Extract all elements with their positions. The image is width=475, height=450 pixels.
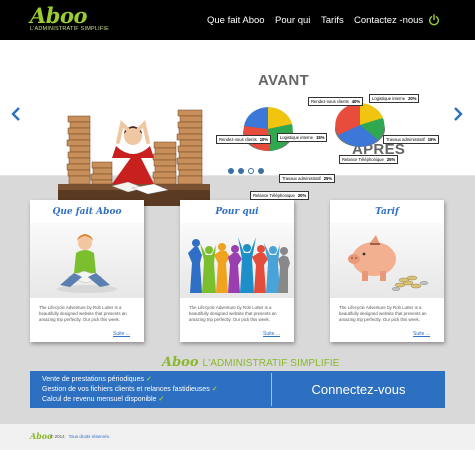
reading-girl-illustration bbox=[57, 234, 117, 293]
card-image bbox=[330, 223, 444, 298]
connect-button[interactable]: Connectez-vous bbox=[272, 371, 445, 408]
card-title: Tarif bbox=[375, 207, 399, 217]
card-title: Que fait Aboo bbox=[52, 207, 122, 217]
promo-logo: Aboo bbox=[162, 355, 199, 370]
card-que-fait-aboo: Que fait Aboo The Lifecycle Adventure by… bbox=[30, 200, 144, 342]
feature-item: Vente de prestations périodiques ✓ bbox=[42, 376, 152, 383]
footer-rights-link[interactable]: Tous droits réservés. bbox=[69, 434, 111, 439]
power-icon[interactable] bbox=[428, 14, 440, 26]
hero-slider: AVANT APRES Rendez-vous clients 10% Logis… bbox=[0, 40, 475, 206]
card-description: The Lifecycle Adventure by Rob Lutter is… bbox=[339, 305, 427, 322]
after-legend-3: Travaux administratif 15% bbox=[383, 135, 440, 144]
before-pie-chart bbox=[243, 107, 293, 152]
people-silhouettes-illustration bbox=[188, 237, 290, 293]
after-legend-2: Logistique interne 20% bbox=[369, 94, 420, 103]
check-icon: ✓ bbox=[158, 396, 165, 403]
before-legend-4: Relance Téléphonique 20% bbox=[250, 191, 310, 200]
slider-dot-4[interactable] bbox=[258, 168, 264, 174]
after-legend-4: Relance Téléphonique 25% bbox=[339, 155, 399, 164]
nav-item-que-fait-aboo[interactable]: Que fait Aboo bbox=[207, 15, 265, 26]
promo-heading: Aboo L'ADMINISTRATIF SIMPLIFIE bbox=[162, 353, 340, 370]
top-navbar: Aboo L'ADMINISTRATIF SIMPLIFIE Que fait … bbox=[0, 0, 475, 40]
footer-copyright: © 2014 Tous droits réservés. bbox=[50, 434, 111, 439]
card-image bbox=[30, 223, 144, 298]
stressed-worker-illustration bbox=[58, 109, 210, 206]
card-tarif: Tarif The Lifecycle Adventure by Rob Lut… bbox=[330, 200, 444, 342]
check-icon: ✓ bbox=[211, 386, 218, 393]
card-more-link[interactable]: Suite ... bbox=[413, 331, 430, 337]
nav-item-pour-qui[interactable]: Pour qui bbox=[275, 15, 310, 26]
slider-prev-arrow-icon[interactable] bbox=[10, 106, 22, 122]
slider-dot-3[interactable] bbox=[248, 168, 254, 174]
check-icon: ✓ bbox=[145, 376, 152, 383]
card-description: The Lifecycle Adventure by Rob Lutter is… bbox=[39, 305, 127, 322]
promo-tagline: L'ADMINISTRATIF SIMPLIFIE bbox=[202, 358, 340, 369]
feature-item: Gestion de vos fichiers clients et relan… bbox=[42, 386, 218, 393]
after-pie-chart bbox=[335, 103, 385, 147]
slider-dot-1[interactable] bbox=[228, 168, 234, 174]
promo-banner: Vente de prestations périodiques ✓ Gestio… bbox=[30, 371, 445, 408]
before-legend-1: Rendez-vous clients 10% bbox=[216, 135, 272, 144]
card-more-link[interactable]: Suite ... bbox=[113, 331, 130, 337]
slider-next-arrow-icon[interactable] bbox=[452, 106, 464, 122]
card-title: Pour qui bbox=[215, 207, 259, 217]
feature-list: Vente de prestations périodiques ✓ Gestio… bbox=[42, 375, 218, 405]
card-image bbox=[180, 223, 294, 298]
nav-item-tarifs[interactable]: Tarifs bbox=[321, 15, 344, 26]
footer: Aboo © 2014 Tous droits réservés. bbox=[0, 424, 475, 450]
before-legend-3: Travaux administratif 25% bbox=[279, 174, 336, 183]
main-nav: Que fait Aboo Pour qui Tarifs Contactez … bbox=[0, 15, 475, 29]
before-legend-2: Logistique interne 15% bbox=[277, 133, 328, 142]
after-legend-1: Rendez-vous clients 40% bbox=[308, 97, 364, 106]
card-pour-qui: Pour qui The Lifecycle Adventure by Rob … bbox=[180, 200, 294, 342]
card-more-link[interactable]: Suite ... bbox=[263, 331, 280, 337]
before-label: AVANT bbox=[258, 72, 309, 89]
feature-item: Calcul de revenu mensuel disponible ✓ bbox=[42, 396, 165, 403]
nav-item-contact[interactable]: Contactez -nous bbox=[354, 15, 423, 26]
piggy-bank-illustration bbox=[348, 235, 429, 291]
slider-dot-2[interactable] bbox=[238, 168, 244, 174]
card-description: The Lifecycle Adventure by Rob Lutter is… bbox=[189, 305, 277, 322]
